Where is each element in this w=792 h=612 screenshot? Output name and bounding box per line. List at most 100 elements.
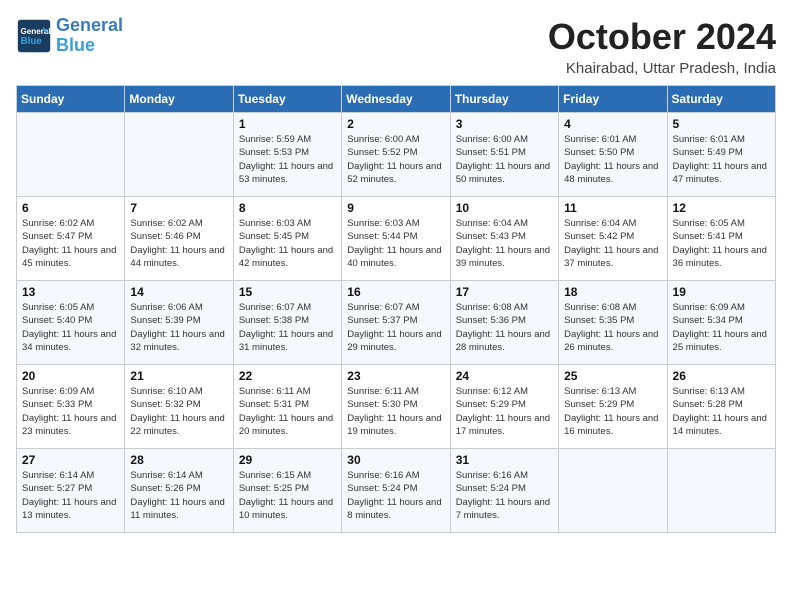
- calendar-cell: 4Sunrise: 6:01 AM Sunset: 5:50 PM Daylig…: [559, 113, 667, 197]
- calendar-cell: 29Sunrise: 6:15 AM Sunset: 5:25 PM Dayli…: [233, 449, 341, 533]
- cell-info: Sunrise: 6:00 AM Sunset: 5:52 PM Dayligh…: [347, 133, 444, 186]
- calendar-cell: 1Sunrise: 5:59 AM Sunset: 5:53 PM Daylig…: [233, 113, 341, 197]
- day-number: 28: [130, 453, 227, 467]
- cell-info: Sunrise: 6:03 AM Sunset: 5:45 PM Dayligh…: [239, 217, 336, 270]
- calendar-cell: 28 Sunrise: 6:14 AM Sunset: 5:26 PM Dayli…: [125, 449, 233, 533]
- cell-info: Sunrise: 6:07 AM Sunset: 5:38 PM Dayligh…: [239, 301, 336, 354]
- logo: General Blue GeneralBlue: [16, 16, 123, 56]
- calendar-week-5: 27 Sunrise: 6:14 AM Sunset: 5:27 PM Dayli…: [17, 449, 776, 533]
- calendar-cell: 3 Sunrise: 6:00 AM Sunset: 5:51 PM Daylig…: [450, 113, 558, 197]
- calendar-week-4: 20Sunrise: 6:09 AM Sunset: 5:33 PM Dayli…: [17, 365, 776, 449]
- logo-text: GeneralBlue: [56, 16, 123, 56]
- day-number: 12: [673, 201, 770, 215]
- title-block: October 2024 Khairabad, Uttar Pradesh, I…: [548, 16, 776, 77]
- cell-info: Sunrise: 6:03 AM Sunset: 5:44 PM Dayligh…: [347, 217, 444, 270]
- cell-info: Sunrise: 6:08 AM Sunset: 5:36 PM Dayligh…: [456, 301, 553, 354]
- day-number: 14: [130, 285, 227, 299]
- column-header-wednesday: Wednesday: [342, 86, 450, 113]
- day-number: 20: [22, 369, 119, 383]
- day-number: 2: [347, 117, 444, 131]
- day-number: 23: [347, 369, 444, 383]
- day-number: 16: [347, 285, 444, 299]
- column-header-friday: Friday: [559, 86, 667, 113]
- day-number: 7: [130, 201, 227, 215]
- cell-info: Sunrise: 6:08 AM Sunset: 5:35 PM Dayligh…: [564, 301, 661, 354]
- page-header: General Blue GeneralBlue October 2024 Kh…: [16, 16, 776, 77]
- column-header-monday: Monday: [125, 86, 233, 113]
- calendar-cell: 20Sunrise: 6:09 AM Sunset: 5:33 PM Dayli…: [17, 365, 125, 449]
- cell-info: Sunrise: 6:05 AM Sunset: 5:41 PM Dayligh…: [673, 217, 770, 270]
- calendar-week-2: 6 Sunrise: 6:02 AM Sunset: 5:47 PM Daylig…: [17, 197, 776, 281]
- cell-info: Sunrise: 6:10 AM Sunset: 5:32 PM Dayligh…: [130, 385, 227, 438]
- day-number: 17: [456, 285, 553, 299]
- day-number: 15: [239, 285, 336, 299]
- calendar-cell: [17, 113, 125, 197]
- day-number: 10: [456, 201, 553, 215]
- cell-info: Sunrise: 6:09 AM Sunset: 5:34 PM Dayligh…: [673, 301, 770, 354]
- cell-info: Sunrise: 6:11 AM Sunset: 5:31 PM Dayligh…: [239, 385, 336, 438]
- column-header-saturday: Saturday: [667, 86, 775, 113]
- calendar-cell: 11Sunrise: 6:04 AM Sunset: 5:42 PM Dayli…: [559, 197, 667, 281]
- column-header-thursday: Thursday: [450, 86, 558, 113]
- calendar-cell: 18 Sunrise: 6:08 AM Sunset: 5:35 PM Dayli…: [559, 281, 667, 365]
- day-number: 31: [456, 453, 553, 467]
- calendar-cell: 27 Sunrise: 6:14 AM Sunset: 5:27 PM Dayli…: [17, 449, 125, 533]
- day-number: 13: [22, 285, 119, 299]
- calendar-cell: [559, 449, 667, 533]
- calendar-cell: 25Sunrise: 6:13 AM Sunset: 5:29 PM Dayli…: [559, 365, 667, 449]
- calendar-cell: 13 Sunrise: 6:05 AM Sunset: 5:40 PM Dayli…: [17, 281, 125, 365]
- day-number: 26: [673, 369, 770, 383]
- logo-icon: General Blue: [16, 18, 52, 54]
- cell-info: Sunrise: 6:16 AM Sunset: 5:24 PM Dayligh…: [456, 469, 553, 522]
- day-number: 22: [239, 369, 336, 383]
- calendar-cell: 26 Sunrise: 6:13 AM Sunset: 5:28 PM Dayli…: [667, 365, 775, 449]
- calendar-cell: [125, 113, 233, 197]
- calendar-cell: 12 Sunrise: 6:05 AM Sunset: 5:41 PM Dayli…: [667, 197, 775, 281]
- cell-info: Sunrise: 6:02 AM Sunset: 5:46 PM Dayligh…: [130, 217, 227, 270]
- calendar-cell: 8Sunrise: 6:03 AM Sunset: 5:45 PM Daylig…: [233, 197, 341, 281]
- calendar-cell: 30Sunrise: 6:16 AM Sunset: 5:24 PM Dayli…: [342, 449, 450, 533]
- cell-info: Sunrise: 6:11 AM Sunset: 5:30 PM Dayligh…: [347, 385, 444, 438]
- day-number: 27: [22, 453, 119, 467]
- calendar-cell: 16Sunrise: 6:07 AM Sunset: 5:37 PM Dayli…: [342, 281, 450, 365]
- cell-info: Sunrise: 6:12 AM Sunset: 5:29 PM Dayligh…: [456, 385, 553, 438]
- day-number: 24: [456, 369, 553, 383]
- cell-info: Sunrise: 6:02 AM Sunset: 5:47 PM Dayligh…: [22, 217, 119, 270]
- month-title: October 2024: [548, 16, 776, 58]
- column-header-sunday: Sunday: [17, 86, 125, 113]
- day-number: 6: [22, 201, 119, 215]
- cell-info: Sunrise: 6:01 AM Sunset: 5:49 PM Dayligh…: [673, 133, 770, 186]
- calendar-cell: 2 Sunrise: 6:00 AM Sunset: 5:52 PM Daylig…: [342, 113, 450, 197]
- cell-info: Sunrise: 6:00 AM Sunset: 5:51 PM Dayligh…: [456, 133, 553, 186]
- cell-info: Sunrise: 6:14 AM Sunset: 5:26 PM Dayligh…: [130, 469, 227, 522]
- day-number: 4: [564, 117, 661, 131]
- day-number: 9: [347, 201, 444, 215]
- calendar-cell: 19 Sunrise: 6:09 AM Sunset: 5:34 PM Dayli…: [667, 281, 775, 365]
- calendar-cell: 23 Sunrise: 6:11 AM Sunset: 5:30 PM Dayli…: [342, 365, 450, 449]
- day-number: 19: [673, 285, 770, 299]
- day-number: 21: [130, 369, 227, 383]
- calendar-cell: 22 Sunrise: 6:11 AM Sunset: 5:31 PM Dayli…: [233, 365, 341, 449]
- calendar-week-3: 13 Sunrise: 6:05 AM Sunset: 5:40 PM Dayli…: [17, 281, 776, 365]
- calendar-cell: 10Sunrise: 6:04 AM Sunset: 5:43 PM Dayli…: [450, 197, 558, 281]
- cell-info: Sunrise: 6:13 AM Sunset: 5:28 PM Dayligh…: [673, 385, 770, 438]
- day-number: 18: [564, 285, 661, 299]
- day-number: 1: [239, 117, 336, 131]
- calendar-cell: 21 Sunrise: 6:10 AM Sunset: 5:32 PM Dayli…: [125, 365, 233, 449]
- calendar-cell: 17 Sunrise: 6:08 AM Sunset: 5:36 PM Dayli…: [450, 281, 558, 365]
- calendar-cell: 31 Sunrise: 6:16 AM Sunset: 5:24 PM Dayli…: [450, 449, 558, 533]
- calendar-header-row: SundayMondayTuesdayWednesdayThursdayFrid…: [17, 86, 776, 113]
- calendar-cell: [667, 449, 775, 533]
- cell-info: Sunrise: 6:14 AM Sunset: 5:27 PM Dayligh…: [22, 469, 119, 522]
- day-number: 3: [456, 117, 553, 131]
- calendar-cell: 14Sunrise: 6:06 AM Sunset: 5:39 PM Dayli…: [125, 281, 233, 365]
- cell-info: Sunrise: 6:05 AM Sunset: 5:40 PM Dayligh…: [22, 301, 119, 354]
- calendar-cell: 24 Sunrise: 6:12 AM Sunset: 5:29 PM Dayli…: [450, 365, 558, 449]
- calendar-cell: 5 Sunrise: 6:01 AM Sunset: 5:49 PM Daylig…: [667, 113, 775, 197]
- svg-text:Blue: Blue: [21, 36, 43, 47]
- column-header-tuesday: Tuesday: [233, 86, 341, 113]
- location-subtitle: Khairabad, Uttar Pradesh, India: [548, 60, 776, 77]
- calendar-cell: 9 Sunrise: 6:03 AM Sunset: 5:44 PM Daylig…: [342, 197, 450, 281]
- day-number: 25: [564, 369, 661, 383]
- day-number: 5: [673, 117, 770, 131]
